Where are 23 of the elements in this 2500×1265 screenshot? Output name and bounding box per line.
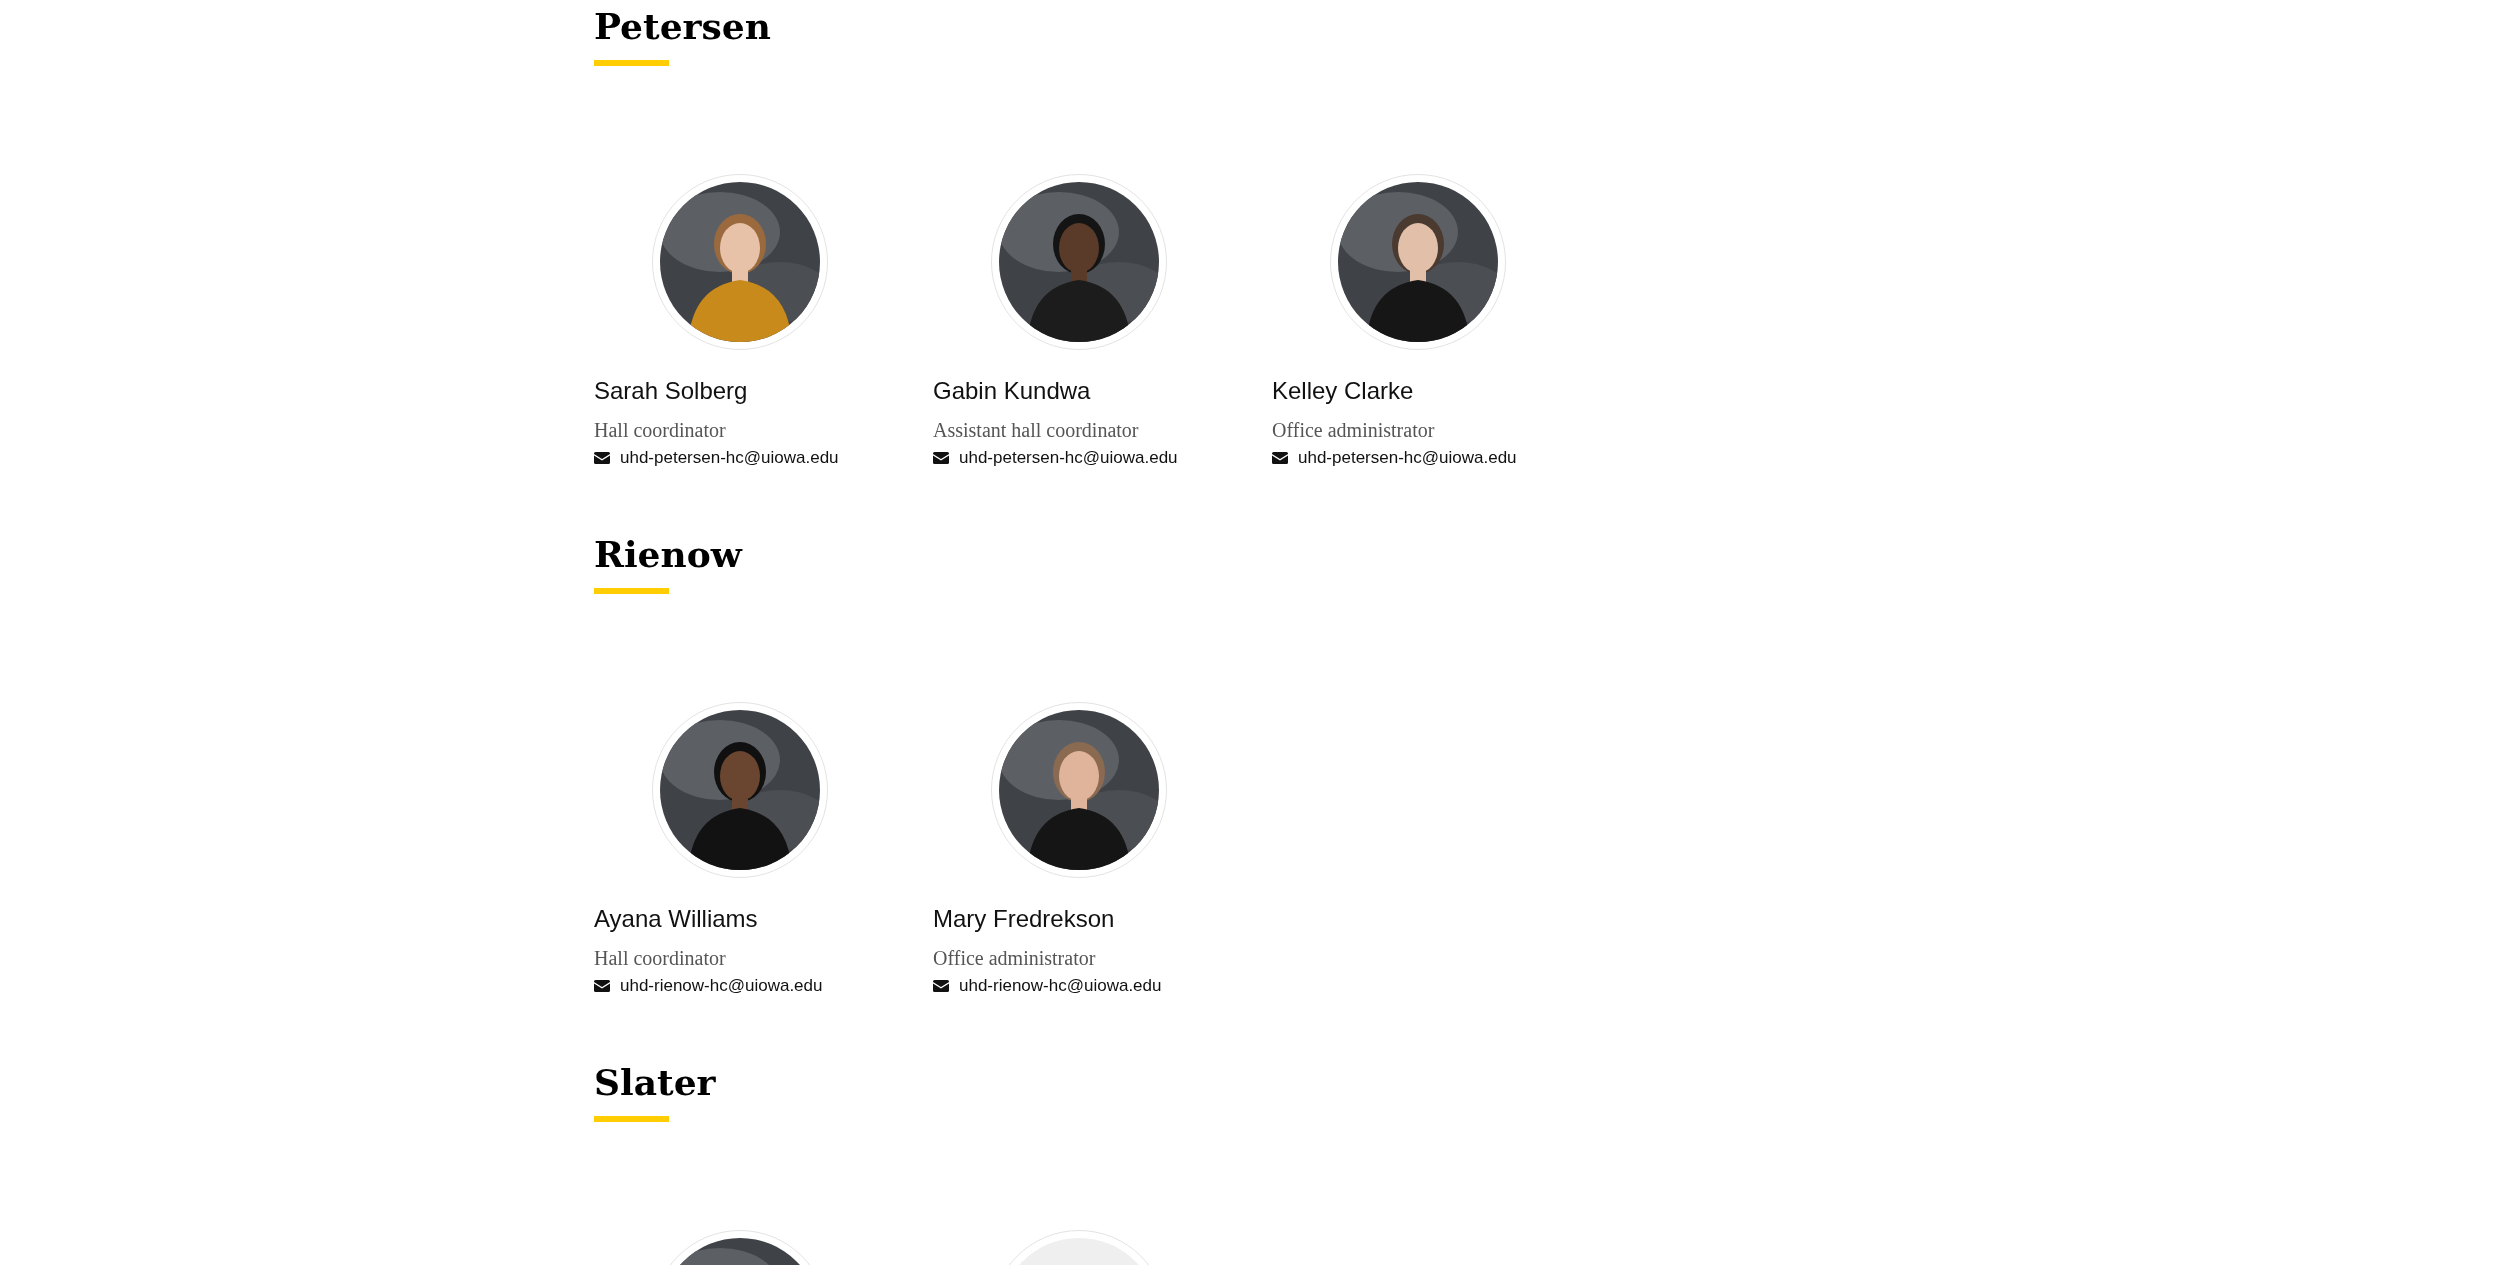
person-name: Kelley Clarke [1272, 376, 1415, 406]
job-title: Office administrator [1272, 418, 1436, 442]
envelope-icon [933, 452, 949, 464]
envelope-icon [594, 452, 610, 464]
envelope-icon [1272, 452, 1288, 464]
section-heading: Slater [594, 1060, 717, 1105]
job-title: Assistant hall coordinator [933, 418, 1140, 442]
section-heading: Rienow [594, 532, 744, 577]
email-link[interactable]: uhd-rienow-hc@uiowa.edu [620, 974, 823, 998]
person-name: Mary Fredrekson [933, 904, 1116, 934]
envelope-icon [594, 980, 610, 992]
envelope-icon [933, 980, 949, 992]
job-title: Office administrator [933, 946, 1097, 970]
job-title: Hall coordinator [594, 418, 727, 442]
person-name: Ayana Williams [594, 904, 759, 934]
email-link[interactable]: uhd-petersen-hc@uiowa.edu [959, 446, 1178, 470]
person-name: Gabin Kundwa [933, 376, 1092, 406]
job-title: Hall coordinator [594, 946, 727, 970]
section-heading: Petersen [594, 4, 772, 49]
email-link[interactable]: uhd-petersen-hc@uiowa.edu [620, 446, 839, 470]
person-name: Sarah Solberg [594, 376, 749, 406]
email-link[interactable]: uhd-petersen-hc@uiowa.edu [1298, 446, 1517, 470]
email-link[interactable]: uhd-rienow-hc@uiowa.edu [959, 974, 1162, 998]
